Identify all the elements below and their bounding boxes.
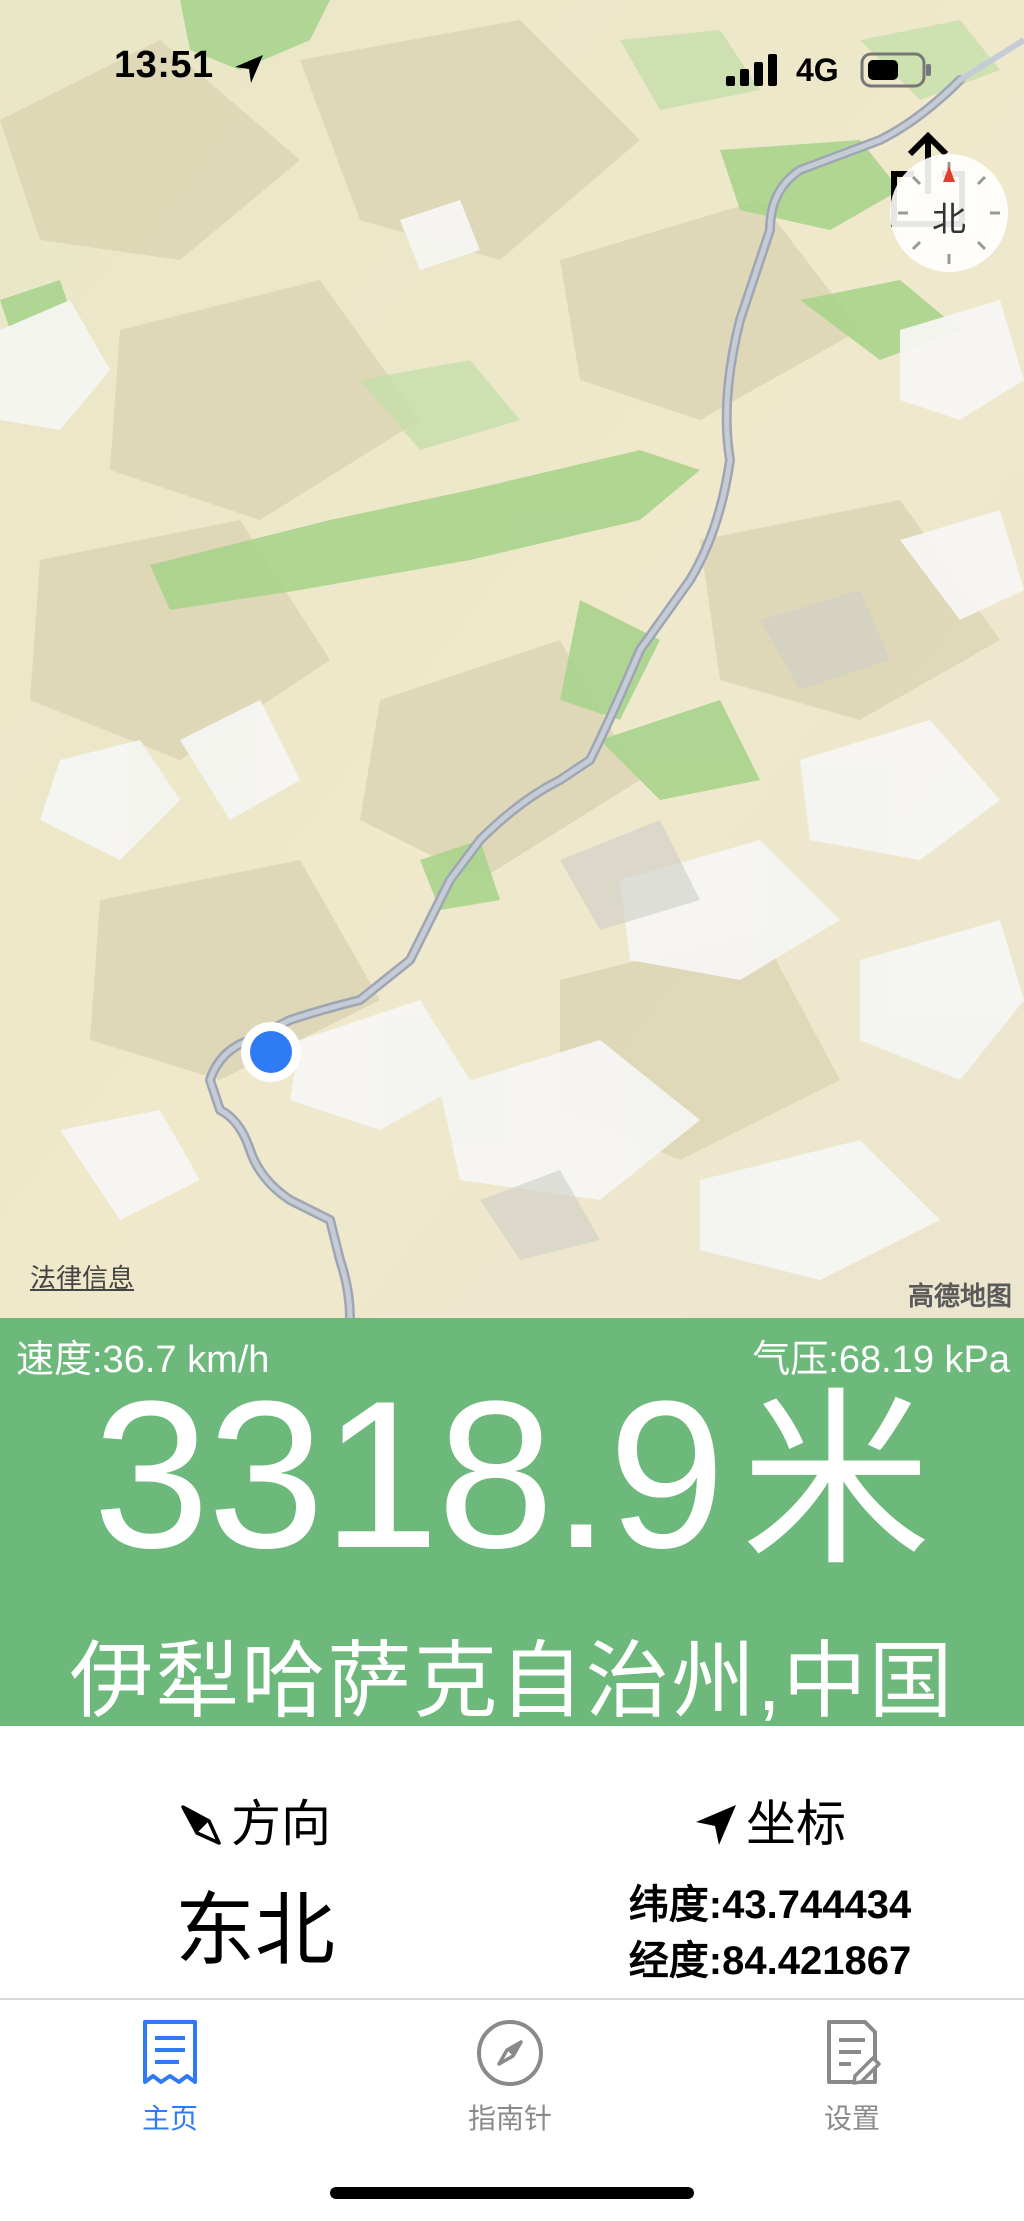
status-time: 13:51 [114, 44, 214, 86]
tab-settings[interactable]: 设置 [752, 2018, 952, 2137]
coordinate-header: 坐标 [590, 1784, 950, 1856]
signal-icon [726, 54, 777, 86]
direction-header: 方向 [100, 1784, 410, 1856]
info-section: 方向 东北 坐标 纬度:43.744434 经度:84.421867 [0, 1726, 1024, 1998]
latitude-value: 纬度:43.744434 [628, 1883, 912, 1927]
battery-icon [860, 52, 931, 88]
map-brand-logo: 高德地图 [907, 1281, 1012, 1311]
settings-doc-icon [827, 2020, 881, 2085]
home-indicator [330, 2187, 694, 2199]
altitude-readout: 3318.9米 [0, 1370, 1024, 1588]
altitude-unit: 米 [741, 1376, 932, 1588]
terrain-map[interactable] [0, 0, 1024, 1318]
location-arrow-icon [696, 1805, 736, 1845]
longitude-value: 经度:84.421867 [628, 1939, 912, 1983]
tab-home[interactable]: 主页 [70, 2018, 270, 2137]
compass-north-label: 北 [932, 201, 966, 239]
tab-home-label: 主页 [141, 2103, 198, 2134]
location-name: 伊犁哈萨克自治州,中国 [69, 1634, 955, 1728]
network-type: 4G [796, 52, 839, 88]
legal-info-link[interactable]: 法律信息 [30, 1258, 134, 1295]
tab-compass[interactable]: 指南针 [410, 2018, 610, 2137]
direction-needle-icon [181, 1805, 221, 1845]
location-arrow-icon [235, 55, 263, 83]
map-compass[interactable]: 北 [890, 154, 1008, 272]
direction-value: 东北 [175, 1886, 335, 1975]
direction-label: 方向 [231, 1796, 331, 1852]
tab-settings-label: 设置 [823, 2103, 880, 2134]
tab-compass-label: 指南针 [467, 2103, 552, 2134]
map-view[interactable]: 13:51 4G 北 法律信息 高德地图 [0, 0, 1024, 1318]
coordinate-label: 坐标 [746, 1796, 846, 1852]
compass-icon [477, 2020, 543, 2086]
receipt-icon [143, 2020, 197, 2084]
altitude-panel: 速度:36.7 km/h 气压:68.19 kPa 3318.9米 伊犁哈萨克自… [0, 1318, 1024, 1728]
altitude-value: 3318.9 [92, 1357, 725, 1592]
